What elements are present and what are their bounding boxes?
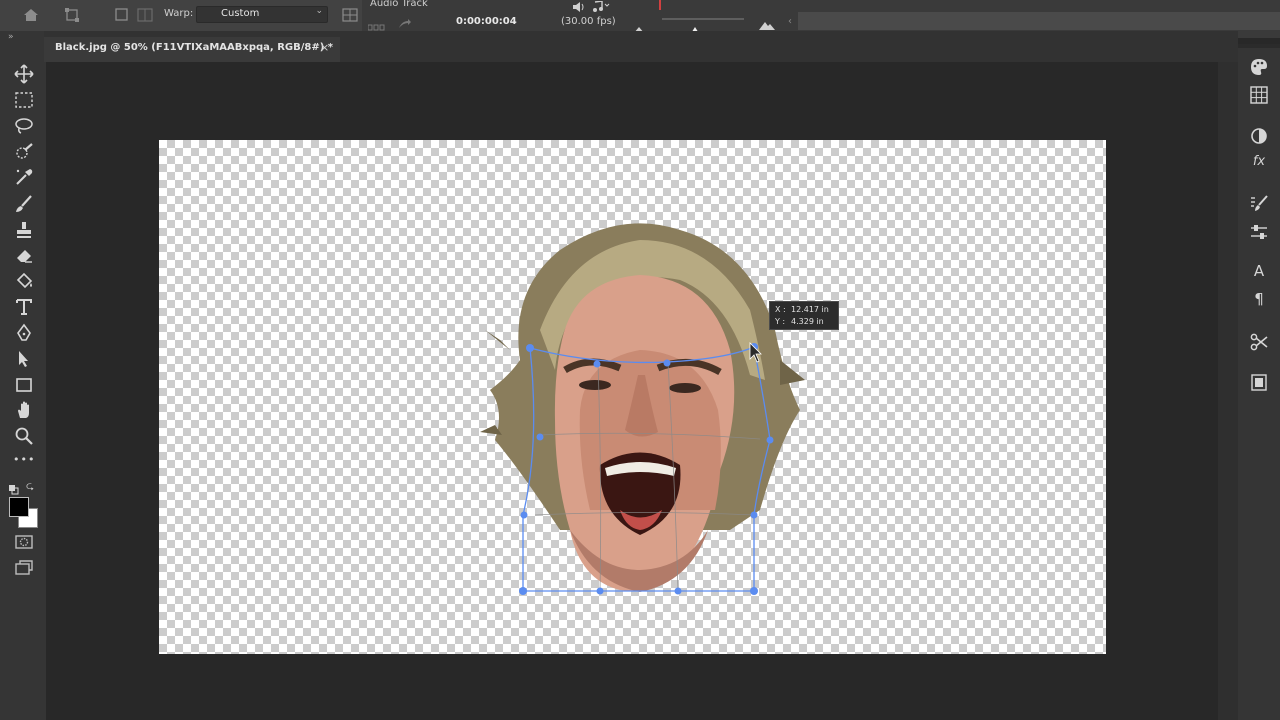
coordinate-tooltip: X : 12.417 in Y : 4.329 in bbox=[769, 301, 839, 330]
timecode-display: 0:00:00:04 bbox=[456, 16, 517, 27]
warp-mode-select[interactable]: Custom ⌄ bbox=[196, 6, 328, 23]
adjustments-icon[interactable] bbox=[1248, 125, 1270, 147]
y-coord-value: 4.329 in bbox=[791, 317, 824, 326]
styles-fx-icon[interactable]: fx bbox=[1248, 154, 1270, 176]
home-icon[interactable] bbox=[22, 6, 40, 24]
warp-label: Warp: bbox=[164, 8, 194, 19]
stamp-tool-icon[interactable] bbox=[13, 219, 35, 241]
swap-colors-icon[interactable]: ⮎ bbox=[26, 479, 34, 496]
move-tool-icon[interactable] bbox=[13, 63, 35, 85]
chevron-left-icon[interactable]: ‹ bbox=[788, 16, 792, 27]
brush-settings-icon[interactable] bbox=[1248, 193, 1270, 215]
paragraph-icon[interactable]: ¶ bbox=[1248, 290, 1270, 312]
transform-mode-icon[interactable] bbox=[63, 6, 81, 24]
type-tool-icon[interactable] bbox=[13, 296, 35, 318]
warp-mesh-overlay[interactable] bbox=[510, 335, 790, 605]
hand-tool-icon[interactable] bbox=[13, 399, 35, 421]
timeline-zoom-slider[interactable] bbox=[662, 18, 744, 20]
tools-panel: » ••• ⮎ bbox=[0, 31, 46, 720]
fps-display: (30.00 fps) bbox=[561, 16, 616, 27]
toggle-checkbox[interactable] bbox=[113, 6, 131, 24]
document-tab-title: Black.jpg @ 50% (F11VTIXaMAABxpqa, RGB/8… bbox=[55, 42, 334, 53]
speaker-icon[interactable] bbox=[572, 0, 586, 17]
swatches-grid-icon[interactable] bbox=[1248, 84, 1270, 106]
chevron-down-icon: ⌄ bbox=[315, 6, 323, 16]
x-coord-value: 12.417 in bbox=[791, 305, 829, 314]
zoom-tool-icon[interactable] bbox=[13, 425, 35, 447]
quick-mask-icon[interactable] bbox=[13, 531, 35, 553]
foreground-color-swatch[interactable] bbox=[9, 497, 29, 517]
document-tab-bar: Black.jpg @ 50% (F11VTIXaMAABxpqa, RGB/8… bbox=[44, 31, 1238, 62]
pen-tool-icon[interactable] bbox=[13, 322, 35, 344]
character-icon[interactable]: A bbox=[1248, 262, 1270, 284]
vertical-scrollbar[interactable] bbox=[1218, 62, 1238, 720]
tools-scissor-icon[interactable] bbox=[1248, 331, 1270, 353]
right-panel-dock: fx A ¶ bbox=[1238, 44, 1280, 720]
color-palette-icon[interactable] bbox=[1248, 56, 1270, 78]
document-tab[interactable]: Black.jpg @ 50% (F11VTIXaMAABxpqa, RGB/8… bbox=[44, 37, 340, 62]
lasso-tool-icon[interactable] bbox=[13, 115, 35, 137]
more-tools-icon[interactable]: ••• bbox=[13, 453, 35, 466]
eraser-tool-icon[interactable] bbox=[13, 244, 35, 266]
split-warp-icon[interactable] bbox=[136, 6, 154, 24]
rectangle-tool-icon[interactable] bbox=[13, 374, 35, 396]
music-note-icon[interactable] bbox=[592, 0, 610, 17]
properties-sliders-icon[interactable] bbox=[1248, 221, 1270, 243]
libraries-icon[interactable] bbox=[1248, 371, 1270, 393]
playhead-marker[interactable] bbox=[659, 0, 661, 10]
quick-selection-tool-icon[interactable] bbox=[13, 141, 35, 163]
path-selection-tool-icon[interactable] bbox=[13, 348, 35, 370]
grid-split-icon[interactable] bbox=[341, 6, 359, 24]
panel-grip[interactable] bbox=[1238, 44, 1280, 48]
collapse-panel-icon[interactable]: » bbox=[8, 32, 14, 42]
close-icon[interactable]: × bbox=[320, 41, 329, 54]
audio-track-label: Audio Track bbox=[370, 0, 428, 9]
timeline-track-area[interactable] bbox=[798, 12, 1280, 30]
brush-tool-icon[interactable] bbox=[13, 193, 35, 215]
options-bar: Warp: Custom ⌄ bbox=[0, 0, 362, 31]
marquee-tool-icon[interactable] bbox=[13, 89, 35, 111]
y-coord-label: Y : bbox=[775, 317, 786, 326]
paint-bucket-tool-icon[interactable] bbox=[13, 270, 35, 292]
x-coord-label: X : bbox=[775, 305, 786, 314]
warp-mode-value: Custom bbox=[221, 8, 260, 19]
eyedropper-tool-icon[interactable] bbox=[13, 166, 35, 188]
screen-mode-icon[interactable] bbox=[13, 557, 35, 579]
